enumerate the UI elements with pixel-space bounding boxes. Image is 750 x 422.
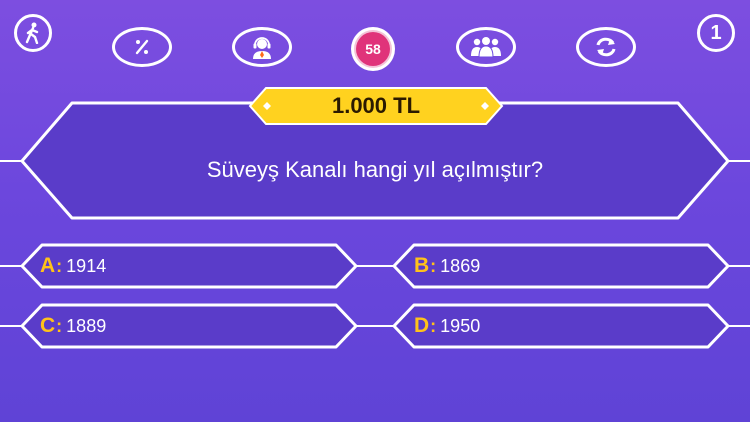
answer-c-letter: C: [40, 314, 56, 337]
answer-b[interactable]: B : 1869: [414, 244, 714, 288]
answer-a-letter: A: [40, 254, 56, 277]
answer-b-text: 1869: [440, 255, 481, 276]
board-frames: [0, 87, 750, 349]
answer-a[interactable]: A : 1914: [40, 244, 340, 288]
answer-c-text: 1889: [66, 315, 107, 336]
answer-d-letter: D: [414, 314, 430, 337]
answer-c[interactable]: C : 1889: [40, 304, 340, 348]
prize-amount: 1.000 TL: [331, 93, 421, 118]
answer-b-letter: B: [414, 254, 430, 277]
answer-b-separator: :: [430, 255, 437, 276]
question-text: Süveyş Kanalı hangi yıl açılmıştır?: [206, 157, 544, 182]
answer-d[interactable]: D : 1950: [414, 304, 714, 348]
answer-c-separator: :: [56, 315, 63, 336]
answer-a-text: 1914: [66, 255, 107, 276]
answer-a-separator: :: [56, 255, 63, 276]
answer-d-separator: :: [430, 315, 437, 336]
answer-d-text: 1950: [440, 315, 481, 336]
